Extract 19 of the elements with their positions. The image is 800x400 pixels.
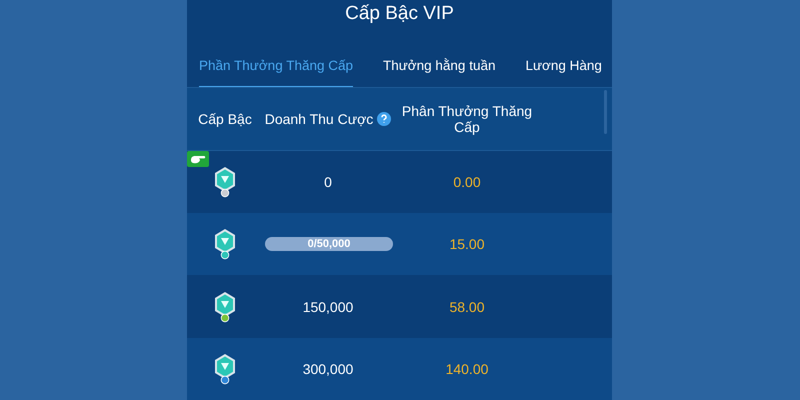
progress-text: 0/50,000 [306, 238, 352, 250]
column-header: Cấp Bậc [197, 111, 253, 128]
reward-value: 15.00 [449, 236, 485, 252]
revenue-value: 0 [324, 174, 332, 190]
column-header: Phân Thưởng Thăng Cấp [400, 103, 534, 136]
vip-badge-icon [213, 352, 237, 385]
reward-value: 58.00 [449, 298, 485, 315]
vip-badge-icon [213, 228, 237, 260]
reward-value: 140.00 [446, 360, 488, 377]
column-header: Doanh Thu Cược [264, 111, 374, 128]
tab[interactable]: Thưởng hằng tuần [383, 45, 496, 88]
page-title: Cấp Bậc VIP [344, 2, 455, 26]
revenue-value: 150,000 [302, 298, 354, 315]
vip-badge-icon [213, 166, 237, 198]
revenue-value: 300,000 [302, 360, 354, 377]
vip-badge-icon [213, 290, 237, 323]
tab[interactable]: Lương Hàng [525, 45, 602, 88]
reward-value: 0.00 [453, 174, 481, 190]
help-icon[interactable] [377, 112, 392, 126]
